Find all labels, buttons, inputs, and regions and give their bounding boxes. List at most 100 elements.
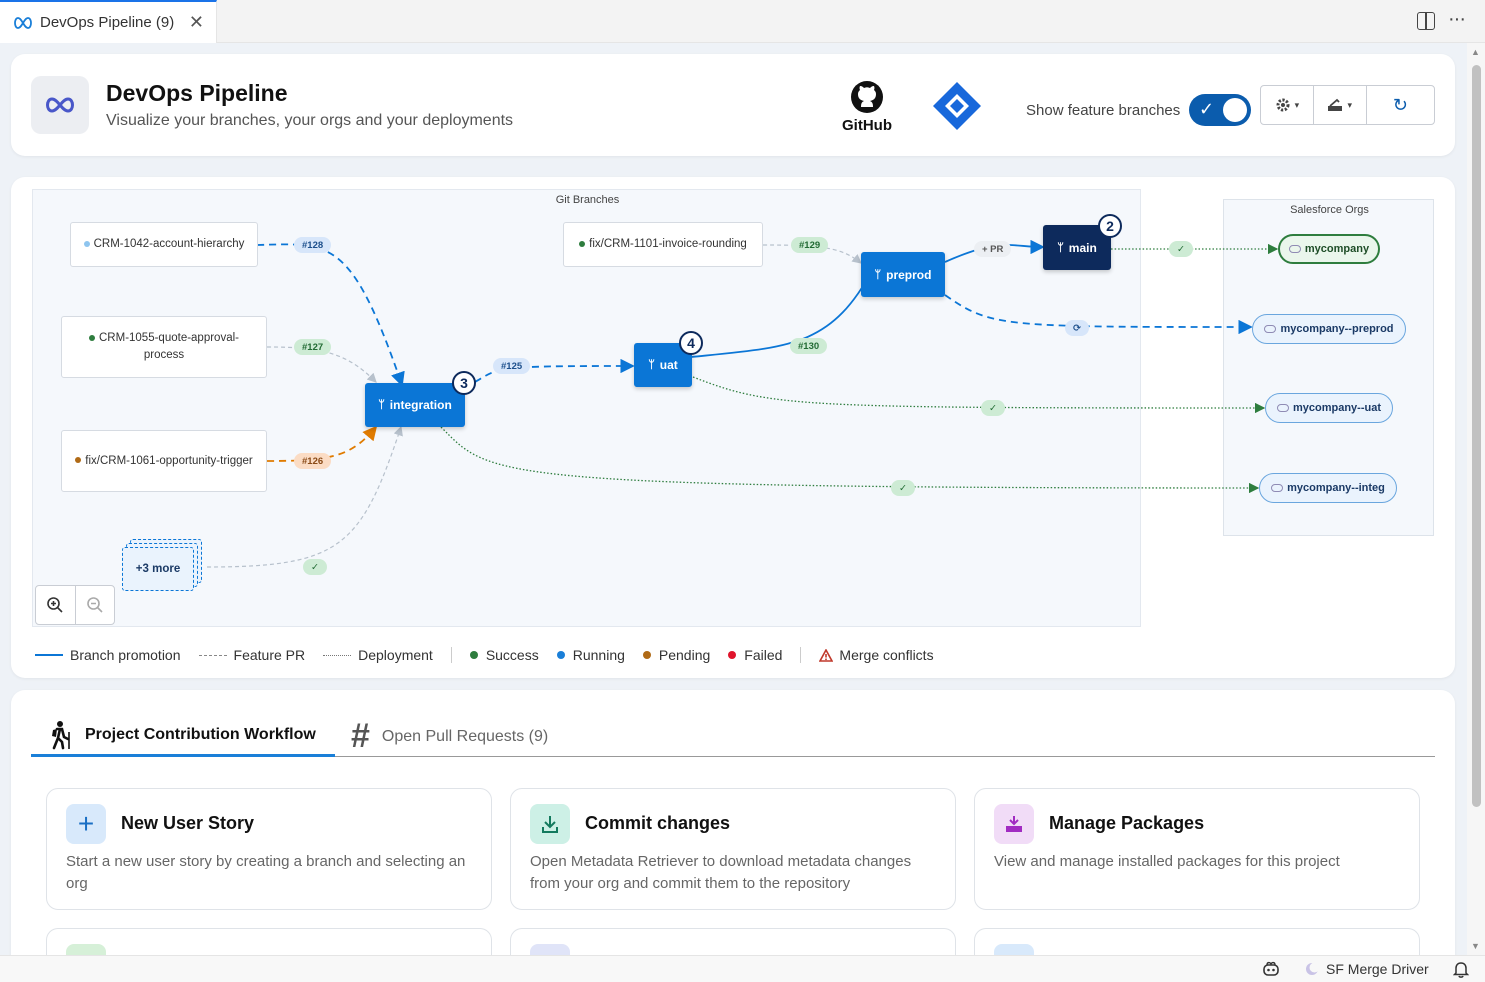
infinity-icon [14,16,32,29]
legend-label: Success [485,647,539,663]
pipeline-legend: Branch promotion Feature PR Deployment S… [35,645,952,665]
header-button-group: ▾ ▾ ↻ [1260,85,1435,125]
jira-link[interactable] [931,80,983,137]
create-pr-badge[interactable]: + PR [974,241,1012,257]
download-icon [530,804,570,844]
org-node-mycompany[interactable]: mycompany [1278,234,1380,264]
merge-driver-label: SF Merge Driver [1326,961,1429,977]
refresh-button[interactable]: ↻ [1367,86,1434,124]
legend-success: Success [469,647,539,663]
status-bar: SF Merge Driver [0,955,1485,982]
cloud-icon [1288,245,1301,253]
scroll-down-icon[interactable]: ▼ [1471,941,1480,951]
pr-badge[interactable]: #127 [294,339,332,355]
tab-project-contribution-workflow[interactable]: Project Contribution Workflow [31,716,335,757]
feature-branch-name: fix/CRM-1101-invoice-rounding [589,238,747,250]
org-node-preprod[interactable]: mycompany--preprod [1252,314,1406,344]
status-dot [642,651,651,659]
deploy-success-badge: ✓ [981,400,1005,416]
status-dot [556,651,565,659]
copilot-status[interactable] [1262,961,1280,977]
pipeline-card: Git Branches Salesforce Orgs CRM-1042-ac… [11,177,1455,678]
tools-button[interactable]: ▾ [1314,86,1367,124]
branch-icon: ᛘ [1057,241,1064,254]
action-card-commit-changes[interactable]: Commit changes Open Metadata Retriever t… [510,788,956,910]
pr-badge[interactable]: #128 [294,237,332,253]
tab-devops-pipeline[interactable]: DevOps Pipeline (9) ✕ [0,0,217,43]
settings-button[interactable]: ▾ [1261,86,1314,124]
legend-label: Pending [658,647,711,663]
legend-line [35,654,63,656]
close-icon[interactable]: ✕ [189,12,204,33]
org-name: mycompany [1304,243,1370,255]
branch-node-integration[interactable]: ᛘ integration [365,383,465,427]
action-card-manage-packages[interactable]: Manage Packages View and manage installe… [974,788,1420,910]
org-node-integ[interactable]: mycompany--integ [1259,473,1397,503]
branch-name: main [1068,240,1097,255]
legend-line [198,654,227,656]
chevron-down-icon: ▾ [1347,99,1352,110]
feature-success-badge: ✓ [303,559,327,575]
action-description: Start a new user story by creating a bra… [66,853,466,892]
branch-icon: ᛘ [874,268,882,281]
feature-branch-card[interactable]: CRM-1055-quote-approval-process [61,316,267,378]
zoom-in-button[interactable] [36,586,76,624]
more-feature-branches[interactable]: +3 more [122,539,202,591]
deploy-success-badge: ✓ [1169,241,1193,257]
pr-badge[interactable]: #126 [294,453,332,469]
tab-label: Project Contribution Workflow [85,726,316,743]
page-title: DevOps Pipeline [106,80,288,106]
scroll-thumb[interactable] [1472,65,1481,807]
github-icon [851,81,883,113]
action-description: Open Metadata Retriever to download meta… [530,853,912,892]
more-label: +3 more [135,563,181,575]
action-title: Manage Packages [1049,813,1205,833]
edge-uat-org [692,376,1266,414]
edge-uat-preprod [690,267,874,358]
status-dot [728,651,737,659]
pr-badge[interactable]: #129 [791,237,829,253]
feature-branch-card[interactable]: CRM-1042-account-hierarchy [70,222,258,267]
tab-open-pull-requests[interactable]: # Open Pull Requests (9) [351,716,548,757]
branch-icon: ᛘ [378,399,385,411]
status-dot [579,240,586,247]
branch-count-badge: 4 [679,331,703,355]
more-actions-icon[interactable]: ··· [1448,8,1466,31]
workflow-tabs: Project Contribution Workflow # Open Pul… [31,716,1435,757]
feature-branches-toggle[interactable]: ✓ [1189,94,1251,126]
split-editor-icon[interactable] [1417,12,1435,30]
branch-count-badge: 3 [452,371,476,395]
pr-badge[interactable]: #130 [790,338,828,354]
feature-branch-card[interactable]: fix/CRM-1061-opportunity-trigger [61,430,267,492]
vertical-scrollbar[interactable]: ▲ ▼ [1467,43,1485,955]
branch-icon: ᛘ [648,359,655,371]
feature-branch-name: CRM-1055-quote-approval-process [99,332,239,361]
package-icon [994,804,1034,844]
editor-tab-bar: DevOps Pipeline (9) ✕ ··· [0,0,1485,43]
cloud-icon [1271,484,1284,492]
action-title: Commit changes [585,813,731,833]
github-label: GitHub [842,117,892,134]
status-dot [469,651,478,659]
hiker-icon [52,721,70,750]
branch-count-badge: 2 [1098,214,1122,238]
tab-label: Open Pull Requests (9) [381,727,549,745]
merge-driver-status[interactable]: SF Merge Driver [1304,961,1429,977]
toggle-knob [1223,98,1247,122]
cloud-icon [1264,325,1277,333]
feature-branch-card[interactable]: fix/CRM-1101-invoice-rounding [563,222,763,267]
legend-merge-conflicts: Merge conflicts [819,647,934,663]
github-link[interactable]: GitHub [839,80,895,134]
tab-title: DevOps Pipeline (9) [40,14,175,31]
header-card: DevOps Pipeline Visualize your branches,… [11,54,1455,156]
scroll-up-icon[interactable]: ▲ [1471,47,1480,57]
legend-failed: Failed [728,647,782,663]
legend-deployment: Deployment [323,647,433,663]
org-node-uat[interactable]: mycompany--uat [1265,393,1393,423]
branch-node-preprod[interactable]: ᛘ preprod [861,252,945,297]
copilot-icon [1263,961,1279,976]
notifications-status[interactable] [1453,961,1469,978]
zoom-out-button[interactable] [76,586,115,624]
pr-badge[interactable]: #125 [493,358,531,374]
action-card-new-user-story[interactable]: + New User Story Start a new user story … [46,788,492,910]
